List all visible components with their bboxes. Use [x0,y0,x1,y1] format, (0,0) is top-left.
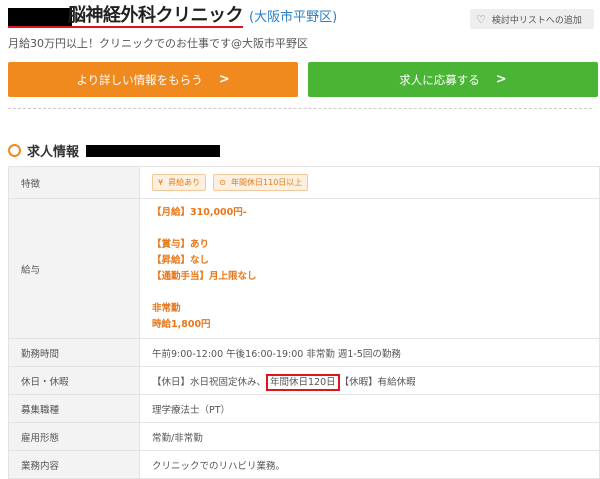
table-row: 給与 【月給】310,000円- 【賞与】あり 【昇給】なし 【通勤手当】月上限… [8,198,600,339]
feature-tag-raise: ¥ 昇給あり [152,174,207,191]
salary-raise: 【昇給】なし [152,254,210,266]
table-row: 雇用形態 常勤/非常勤 [8,422,600,451]
row-label: 休日・休暇 [8,366,140,395]
favorites-label: 検討中リストへの追加 [491,15,582,26]
job-info-table: 特徴 ¥ 昇給あり ⊙ 年間休日110日以上 給与 【月給】310,000円- … [8,166,600,479]
row-label: 勤務時間 [8,338,140,367]
page-title-row: 脳神経外科クリニック (大阪市平野区) [8,6,337,30]
heart-icon: ♡ [476,12,486,26]
row-label: 雇用形態 [8,422,140,451]
row-label: 給与 [8,198,140,339]
add-to-favorites-button[interactable]: ♡ 検討中リストへの追加 [470,9,594,29]
table-row: 業務内容 クリニックでのリハビリ業務。 [8,450,600,479]
feature-tag-holidays: ⊙ 年間休日110日以上 [213,174,309,191]
salary-part-time: 非常勤 [152,302,181,314]
salary-cell: 【月給】310,000円- 【賞与】あり 【昇給】なし 【通勤手当】月上限なし … [139,198,600,339]
redaction-block-section [86,145,220,157]
holiday-text: 【休日】水日祝固定休み、 [152,376,267,388]
clinic-name: 脳神経外科クリニック [8,6,244,28]
employment-value: 常勤/非常勤 [139,422,600,451]
section-divider [8,108,592,109]
hours-value: 午前9:00-12:00 午後16:00-19:00 非常勤 週1-5回の勤務 [139,338,600,367]
more-info-button[interactable]: より詳しい情報をもらう > [8,62,298,97]
vacation-text: 【休暇】有給休暇 [339,376,416,388]
circle-bullet-icon [8,144,21,157]
clinic-location-link[interactable]: (大阪市平野区) [249,6,337,25]
holiday-cell: 【休日】水日祝固定休み、 年間休日120日 【休暇】有給休暇 [139,366,600,395]
section-header: 求人情報 [8,141,79,160]
table-row: 勤務時間 午前9:00-12:00 午後16:00-19:00 非常勤 週1-5… [8,338,600,367]
holiday-highlight: 年間休日120日 [266,373,340,391]
features-cell: ¥ 昇給あり ⊙ 年間休日110日以上 [139,166,600,199]
salary-commute: 【通勤手当】月上限なし [152,270,257,282]
chevron-right-icon: > [218,72,230,87]
salary-monthly: 【月給】310,000円- [152,206,247,218]
apply-button[interactable]: 求人に応募する > [308,62,598,97]
row-label: 業務内容 [8,450,140,479]
salary-bonus: 【賞与】あり [152,238,210,250]
duties-value: クリニックでのリハビリ業務。 [139,450,600,479]
salary-hourly: 時給1,800円 [152,318,211,330]
section-title: 求人情報 [27,145,80,160]
table-row: 特徴 ¥ 昇給あり ⊙ 年間休日110日以上 [8,166,600,199]
row-label: 募集職種 [8,394,140,423]
table-row: 休日・休暇 【休日】水日祝固定休み、 年間休日120日 【休暇】有給休暇 [8,366,600,395]
chevron-right-icon: > [495,72,507,87]
apply-label: 求人に応募する [399,72,480,87]
job-type-value: 理学療法士（PT） [139,394,600,423]
table-row: 募集職種 理学療法士（PT） [8,394,600,423]
row-label: 特徴 [8,166,140,199]
more-info-label: より詳しい情報をもらう [76,72,203,87]
job-subtitle: 月給30万円以上！クリニックでのお仕事です@大阪市平野区 [8,37,308,50]
